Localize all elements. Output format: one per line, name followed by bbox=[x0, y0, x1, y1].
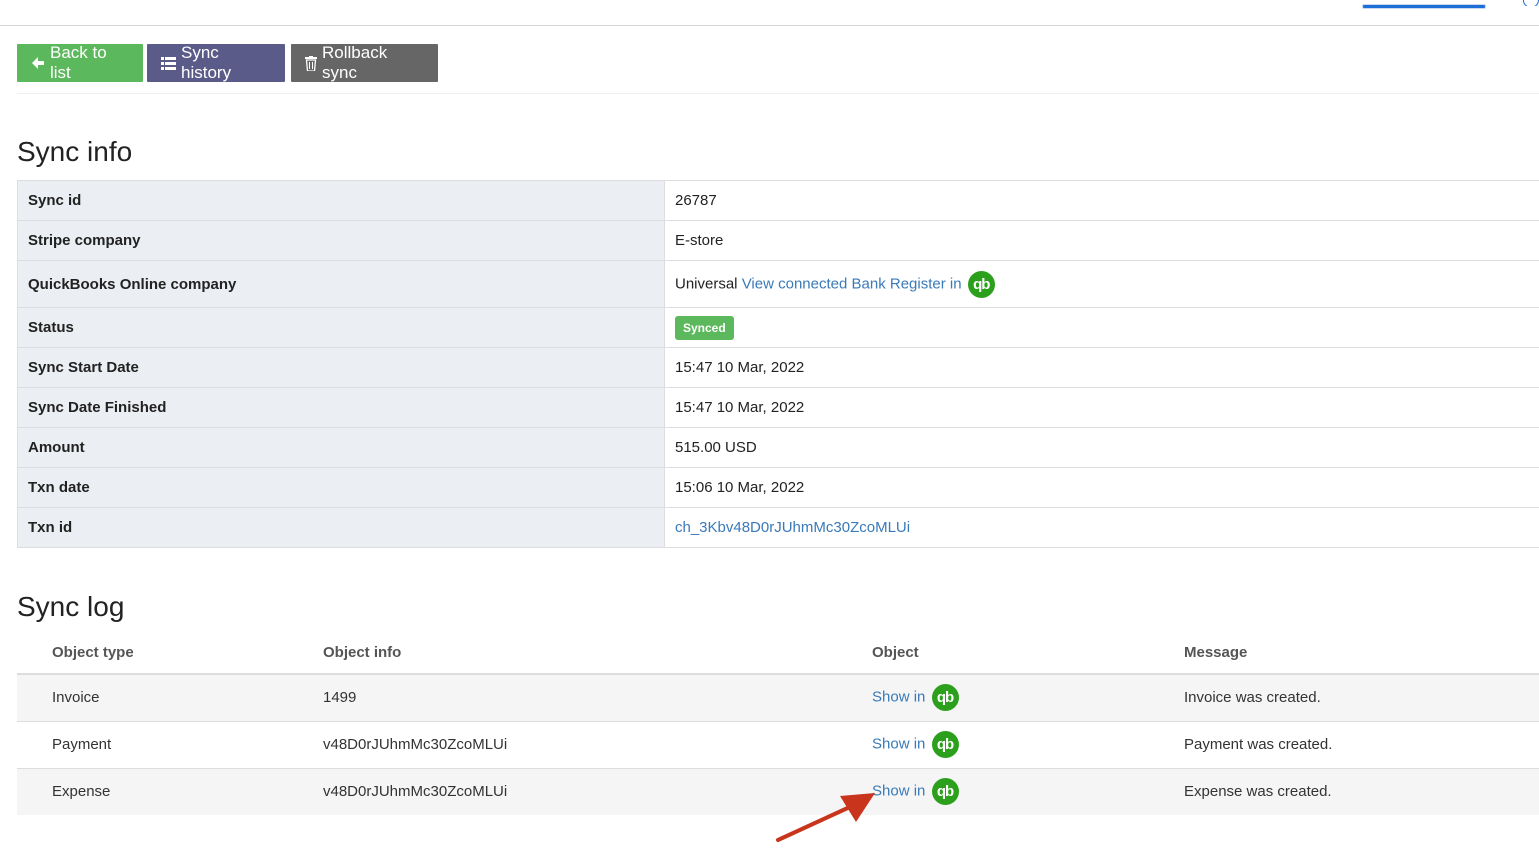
info-key: Stripe company bbox=[17, 220, 665, 261]
message-cell: Expense was created. bbox=[1184, 767, 1539, 815]
quickbooks-logo-icon[interactable]: qb bbox=[931, 778, 959, 806]
sync-info-table: Sync id 26787 Stripe company E-store Qui… bbox=[17, 180, 1539, 548]
object-info-cell: v48D0rJUhmMc30ZcoMLUi bbox=[323, 720, 872, 768]
message-cell: Payment was created. bbox=[1184, 720, 1539, 768]
sync-history-label: Sync history bbox=[181, 43, 232, 82]
info-key: Txn id bbox=[17, 507, 665, 548]
info-row-start-date: Sync Start Date 15:47 10 Mar, 2022 bbox=[17, 347, 1539, 388]
status-badge: Synced bbox=[675, 315, 734, 340]
column-header-message[interactable]: Message bbox=[1184, 632, 1539, 675]
object-type-cell: Expense bbox=[17, 767, 323, 815]
column-header-object-type[interactable]: Object type bbox=[17, 632, 323, 675]
list-icon bbox=[161, 56, 176, 70]
info-value: 15:47 10 Mar, 2022 bbox=[664, 387, 1539, 428]
toolbar-divider bbox=[17, 93, 1539, 94]
info-row-txn-id: Txn id ch_3Kbv48D0rJUhmMc30ZcoMLUi bbox=[17, 507, 1539, 548]
rollback-sync-label: Rollback sync bbox=[322, 43, 388, 82]
info-value-cell: ch_3Kbv48D0rJUhmMc30ZcoMLUi bbox=[664, 507, 1539, 548]
info-value: 15:06 10 Mar, 2022 bbox=[664, 467, 1539, 508]
back-to-list-button[interactable]: Back to list bbox=[17, 43, 143, 82]
table-row: Invoice 1499 Show in qb Invoice was crea… bbox=[17, 673, 1539, 721]
view-bank-register-link[interactable]: View connected Bank Register in bbox=[742, 275, 962, 292]
quickbooks-logo-icon[interactable]: qb bbox=[931, 684, 959, 712]
show-in-qb-link[interactable]: Show in bbox=[872, 783, 925, 800]
info-value: 26787 bbox=[664, 180, 1539, 221]
info-key: Txn date bbox=[17, 467, 665, 508]
info-row-status: Status Synced bbox=[17, 307, 1539, 348]
info-value: Universal bbox=[675, 274, 738, 292]
sync-log-heading: Sync log bbox=[17, 591, 125, 622]
top-bar: ◯ bbox=[0, 0, 1539, 26]
object-info-cell: 1499 bbox=[323, 673, 872, 721]
show-in-qb-link[interactable]: Show in bbox=[872, 689, 925, 706]
toolbar: Back to list Sync history Rollback sync bbox=[17, 43, 442, 82]
top-loading-bar bbox=[1362, 4, 1486, 9]
sync-history-button[interactable]: Sync history bbox=[147, 43, 285, 82]
info-key: Status bbox=[17, 307, 665, 348]
quickbooks-logo-icon[interactable]: qb bbox=[931, 731, 959, 758]
quickbooks-logo-icon[interactable]: qb bbox=[967, 270, 995, 298]
info-value: 15:47 10 Mar, 2022 bbox=[664, 347, 1539, 388]
object-cell: Show in qb bbox=[872, 767, 1184, 815]
object-type-cell: Invoice bbox=[17, 673, 323, 721]
info-row-stripe-company: Stripe company E-store bbox=[17, 220, 1539, 261]
info-value-cell: Synced bbox=[664, 307, 1539, 348]
object-cell: Show in qb bbox=[872, 673, 1184, 721]
user-icon[interactable]: ◯ bbox=[1522, 0, 1539, 6]
table-row: Payment v48D0rJUhmMc30ZcoMLUi Show in qb… bbox=[17, 720, 1539, 768]
object-cell: Show in qb bbox=[872, 720, 1184, 768]
info-key: Sync Start Date bbox=[17, 347, 665, 388]
info-row-sync-id: Sync id 26787 bbox=[17, 180, 1539, 221]
info-value: E-store bbox=[664, 220, 1539, 261]
info-key: Sync id bbox=[17, 180, 665, 221]
sync-info-heading: Sync info bbox=[17, 136, 133, 167]
column-header-object-info[interactable]: Object info bbox=[323, 632, 872, 675]
back-to-list-label: Back to list bbox=[50, 43, 107, 82]
show-in-qb-link[interactable]: Show in bbox=[872, 735, 925, 752]
info-key: Amount bbox=[17, 427, 665, 468]
info-row-finished-date: Sync Date Finished 15:47 10 Mar, 2022 bbox=[17, 387, 1539, 428]
message-cell: Invoice was created. bbox=[1184, 673, 1539, 721]
info-value-cell: Universal View connected Bank Register i… bbox=[664, 260, 1539, 308]
rollback-sync-button[interactable]: Rollback sync bbox=[291, 43, 438, 82]
info-key: QuickBooks Online company bbox=[17, 260, 665, 308]
log-header-row: Object type Object info Object Message bbox=[17, 632, 1539, 675]
arrow-left-icon bbox=[31, 56, 45, 70]
info-value: 515.00 USD bbox=[664, 427, 1539, 468]
object-type-cell: Payment bbox=[17, 720, 323, 768]
trash-icon bbox=[305, 55, 317, 71]
column-header-object[interactable]: Object bbox=[872, 632, 1184, 675]
info-row-qbo-company: QuickBooks Online company Universal View… bbox=[17, 260, 1539, 308]
info-row-txn-date: Txn date 15:06 10 Mar, 2022 bbox=[17, 467, 1539, 508]
info-key: Sync Date Finished bbox=[17, 387, 665, 428]
txn-id-link[interactable]: ch_3Kbv48D0rJUhmMc30ZcoMLUi bbox=[675, 519, 910, 536]
info-row-amount: Amount 515.00 USD bbox=[17, 427, 1539, 468]
annotation-arrow-icon bbox=[776, 793, 875, 842]
